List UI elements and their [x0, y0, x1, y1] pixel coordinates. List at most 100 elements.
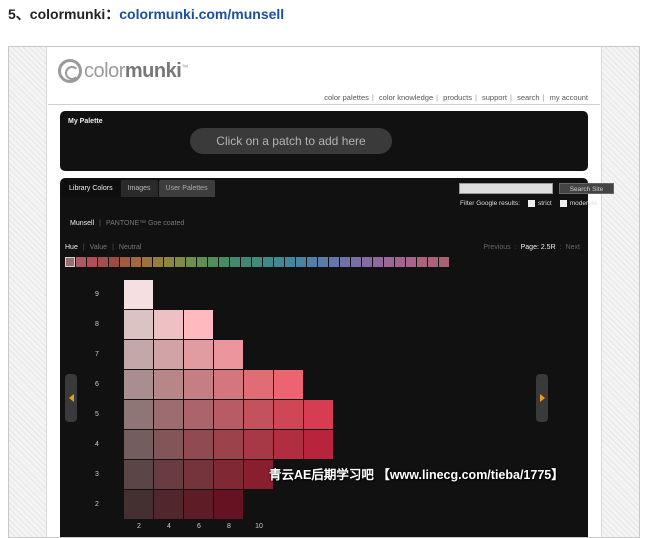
color-patch[interactable]	[154, 310, 183, 339]
color-patch[interactable]	[184, 310, 213, 339]
tab-images[interactable]: Images	[120, 180, 158, 197]
color-patch[interactable]	[154, 370, 183, 399]
color-patch[interactable]	[214, 370, 243, 399]
color-patch[interactable]	[244, 430, 273, 459]
previous-hue-arrow[interactable]	[65, 374, 77, 422]
color-patch[interactable]	[184, 430, 213, 459]
system-munsell[interactable]: Munsell	[70, 220, 94, 227]
hue-chip[interactable]	[318, 257, 328, 267]
color-patch[interactable]	[184, 340, 213, 369]
hue-chip[interactable]	[175, 257, 185, 267]
view-value[interactable]: Value	[90, 244, 107, 251]
color-patch[interactable]	[184, 370, 213, 399]
color-system-tabs: Munsell | PANTONE™ Goe coated	[70, 220, 185, 227]
hue-chip[interactable]	[296, 257, 306, 267]
add-patch-dropzone[interactable]: Click on a patch to add here	[190, 128, 392, 154]
hue-chip[interactable]	[285, 257, 295, 267]
color-patch[interactable]	[214, 490, 243, 519]
color-patch[interactable]	[274, 430, 303, 459]
caption-prefix: 5、colormunki：	[8, 6, 120, 22]
nav-products[interactable]: products	[443, 93, 472, 102]
hue-chip[interactable]	[406, 257, 416, 267]
color-patch[interactable]	[154, 490, 183, 519]
color-patch[interactable]	[124, 490, 153, 519]
hue-chip[interactable]	[373, 257, 383, 267]
color-patch[interactable]	[304, 430, 333, 459]
hue-chip[interactable]	[98, 257, 108, 267]
view-hue[interactable]: Hue	[65, 244, 78, 251]
colormunki-logo[interactable]: colormunki™	[58, 59, 188, 83]
nav-color-knowledge[interactable]: color knowledge	[379, 93, 433, 102]
color-patch[interactable]	[154, 460, 183, 489]
hue-chip[interactable]	[417, 257, 427, 267]
color-patch[interactable]	[304, 400, 333, 429]
search-input[interactable]	[459, 183, 553, 194]
color-patch[interactable]	[154, 400, 183, 429]
hue-chip[interactable]	[263, 257, 273, 267]
color-patch[interactable]	[274, 370, 303, 399]
caption-link[interactable]: colormunki.com/munsell	[119, 6, 284, 22]
hue-chip[interactable]	[329, 257, 339, 267]
color-patch[interactable]	[124, 340, 153, 369]
color-patch[interactable]	[184, 400, 213, 429]
nav-my-account[interactable]: my account	[550, 93, 588, 102]
hue-chip[interactable]	[109, 257, 119, 267]
hue-chip[interactable]	[208, 257, 218, 267]
pager-previous[interactable]: Previous	[483, 244, 510, 251]
hue-chip[interactable]	[87, 257, 97, 267]
hue-chip[interactable]	[274, 257, 284, 267]
hue-chip[interactable]	[164, 257, 174, 267]
strict-checkbox[interactable]	[527, 200, 535, 207]
view-neutral[interactable]: Neutral	[119, 244, 142, 251]
color-patch[interactable]	[124, 460, 153, 489]
next-hue-arrow[interactable]	[536, 374, 548, 422]
hue-chip[interactable]	[76, 257, 86, 267]
pager-next[interactable]: Next	[566, 244, 580, 251]
moderate-checkbox[interactable]	[559, 200, 567, 207]
color-patch[interactable]	[214, 400, 243, 429]
color-patch[interactable]	[154, 430, 183, 459]
hue-chip[interactable]	[395, 257, 405, 267]
hue-chip[interactable]	[219, 257, 229, 267]
hue-chip[interactable]	[384, 257, 394, 267]
search-site-button[interactable]: Search Site	[559, 183, 614, 194]
color-patch[interactable]	[184, 460, 213, 489]
hue-chip[interactable]	[65, 257, 75, 267]
color-patch[interactable]	[214, 430, 243, 459]
value-axis-label: 2	[95, 501, 99, 508]
hue-chip[interactable]	[197, 257, 207, 267]
nav-support[interactable]: support	[482, 93, 507, 102]
hue-chip[interactable]	[186, 257, 196, 267]
hue-chip[interactable]	[120, 257, 130, 267]
color-patch[interactable]	[184, 490, 213, 519]
color-patch[interactable]	[154, 340, 183, 369]
tab-user-palettes[interactable]: User Palettes	[158, 180, 215, 197]
nav-search[interactable]: search	[517, 93, 540, 102]
hue-chip[interactable]	[362, 257, 372, 267]
tab-library-colors[interactable]: Library Colors	[62, 180, 120, 197]
color-patch[interactable]	[214, 340, 243, 369]
color-patch[interactable]	[124, 430, 153, 459]
hue-chip[interactable]	[351, 257, 361, 267]
color-patch[interactable]	[214, 460, 243, 489]
hue-chip[interactable]	[252, 257, 262, 267]
hue-chip[interactable]	[307, 257, 317, 267]
color-patch[interactable]	[124, 310, 153, 339]
color-patch[interactable]	[244, 400, 273, 429]
hue-chip[interactable]	[153, 257, 163, 267]
hue-chip[interactable]	[131, 257, 141, 267]
hue-chip[interactable]	[428, 257, 438, 267]
view-mode-tabs: Hue | Value | Neutral	[65, 244, 142, 251]
hue-chip[interactable]	[340, 257, 350, 267]
hue-chip[interactable]	[142, 257, 152, 267]
hue-chip[interactable]	[439, 257, 449, 267]
color-patch[interactable]	[124, 400, 153, 429]
system-pantone-goe[interactable]: PANTONE™ Goe coated	[106, 220, 184, 227]
hue-chip[interactable]	[241, 257, 251, 267]
hue-chip[interactable]	[230, 257, 240, 267]
color-patch[interactable]	[244, 370, 273, 399]
color-patch[interactable]	[124, 280, 153, 309]
color-patch[interactable]	[124, 370, 153, 399]
nav-color-palettes[interactable]: color palettes	[324, 93, 369, 102]
color-patch[interactable]	[274, 400, 303, 429]
